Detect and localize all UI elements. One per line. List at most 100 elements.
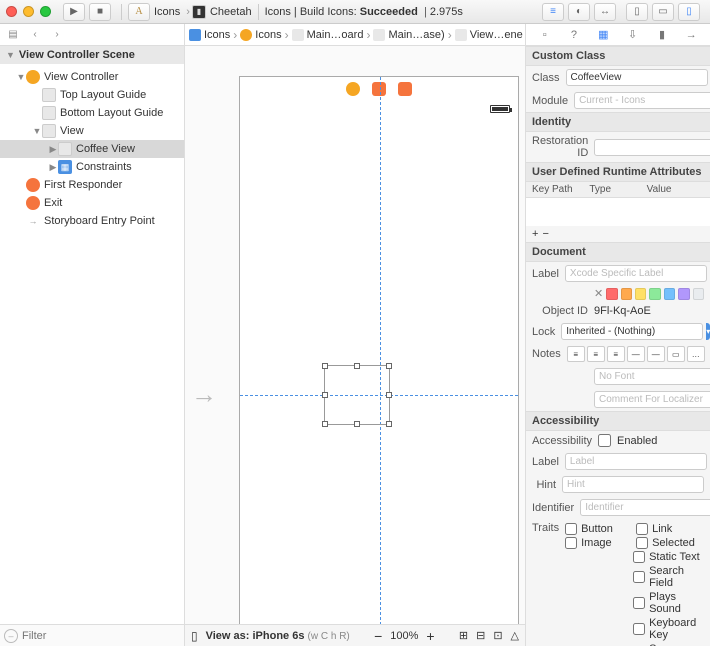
trait-checkbox[interactable]: Selected: [636, 536, 707, 550]
runtime-remove-button[interactable]: −: [542, 228, 548, 240]
run-button[interactable]: ▶: [63, 3, 85, 21]
outline-node[interactable]: First Responder: [0, 176, 184, 194]
class-input[interactable]: [566, 69, 708, 86]
outline-filter: –: [0, 624, 184, 646]
acc-hint-input[interactable]: [562, 476, 704, 493]
outline-scene-header[interactable]: ▼ View Controller Scene: [0, 46, 184, 64]
guide-v-center: [380, 77, 381, 624]
toggle-navigator-button[interactable]: ▯: [626, 3, 648, 21]
stop-button[interactable]: ■: [89, 3, 111, 21]
trait-checkbox[interactable]: Image: [565, 536, 636, 550]
scene-icon-2[interactable]: [372, 82, 386, 96]
canvas: →: [185, 46, 525, 646]
zoom-out-button[interactable]: −: [374, 628, 382, 644]
trait-checkbox[interactable]: Summary Element: [565, 642, 707, 646]
runtime-table-header: Key Path Type Value: [526, 182, 710, 198]
device-frame[interactable]: [239, 76, 519, 624]
canvas-area[interactable]: →: [185, 46, 525, 624]
outline-node[interactable]: →Storyboard Entry Point: [0, 212, 184, 230]
module-input[interactable]: [574, 92, 710, 109]
build-status: Icons | Build Icons: Succeeded | 2.975s: [265, 6, 463, 18]
window-controls: [6, 6, 51, 17]
breadcrumb[interactable]: IconsIconsMain…oardMain…ase)View…eneView…: [185, 24, 525, 45]
outline-node[interactable]: Bottom Layout Guide: [0, 104, 184, 122]
outline-node[interactable]: Exit: [0, 194, 184, 212]
lock-select[interactable]: [561, 323, 703, 340]
zoom-in-button[interactable]: +: [426, 628, 434, 644]
label-color-swatches[interactable]: ✕: [526, 285, 710, 302]
resolve-button[interactable]: ⊡: [493, 629, 502, 642]
breadcrumb-item[interactable]: Main…ase): [373, 28, 454, 42]
scene-icon-3[interactable]: [398, 82, 412, 96]
navigation-row: ▤ ‹ › IconsIconsMain…oardMain…ase)View…e…: [0, 24, 710, 46]
notes-font-input[interactable]: [594, 368, 710, 385]
breadcrumb-item[interactable]: Icons: [240, 28, 291, 42]
filter-icon[interactable]: –: [4, 629, 18, 643]
editor-version-button[interactable]: ↔: [594, 3, 616, 21]
help-inspector-tab[interactable]: ?: [565, 27, 583, 43]
editor-assistant-button[interactable]: ◐: [568, 3, 590, 21]
runtime-add-button[interactable]: +: [532, 228, 538, 240]
file-inspector-tab[interactable]: ▫: [536, 27, 554, 43]
acc-label: Accessibility: [532, 435, 592, 447]
doc-label-label: Label: [532, 268, 559, 280]
section-accessibility: Accessibility: [526, 411, 710, 431]
outline-node[interactable]: Top Layout Guide: [0, 86, 184, 104]
objectid-value: 9Fl-Kq-AoE: [594, 305, 651, 317]
scene-icon-1[interactable]: [346, 82, 360, 96]
acc-enabled-text: Enabled: [617, 435, 657, 447]
scheme-device-icon[interactable]: ▮: [192, 5, 206, 19]
outline-toggle-bottom-icon[interactable]: ▯: [191, 629, 198, 643]
zoom-window-button[interactable]: [40, 6, 51, 17]
trait-checkbox[interactable]: Search Field: [565, 564, 707, 590]
viewas-label[interactable]: View as: iPhone 6s (w C h R): [206, 630, 350, 642]
breadcrumb-item[interactable]: Icons: [189, 28, 240, 42]
outline-node[interactable]: ▶Coffee View: [0, 140, 184, 158]
zoom-level: 100%: [390, 630, 418, 642]
pin-button[interactable]: ⊟: [476, 629, 485, 642]
swatch-clear-icon[interactable]: ✕: [594, 287, 603, 300]
outline-node[interactable]: ▼View Controller: [0, 68, 184, 86]
selected-view[interactable]: [324, 365, 390, 425]
breadcrumb-item[interactable]: Main…oard: [292, 28, 374, 42]
size-inspector-tab[interactable]: ▮: [653, 27, 671, 43]
trait-checkbox[interactable]: Keyboard Key: [565, 616, 707, 642]
outline-node[interactable]: ▼View: [0, 122, 184, 140]
minimize-window-button[interactable]: [23, 6, 34, 17]
filter-input[interactable]: [22, 630, 180, 642]
scheme-app[interactable]: Icons: [154, 6, 180, 18]
section-runtime: User Defined Runtime Attributes: [526, 162, 710, 182]
nav-back-button[interactable]: ‹: [26, 27, 44, 43]
attributes-inspector-tab[interactable]: ⇩: [624, 27, 642, 43]
scheme-app-icon[interactable]: A: [128, 3, 150, 21]
editor-standard-button[interactable]: ≡: [542, 3, 564, 21]
trait-checkbox[interactable]: Link: [636, 522, 707, 536]
doc-label-input[interactable]: [565, 265, 707, 282]
toolbar: ▶ ■ A Icons › ▮ Cheetah Icons | Build Ic…: [0, 0, 710, 24]
section-custom-class: Custom Class: [526, 46, 710, 66]
toggle-inspector-button[interactable]: ▯: [678, 3, 700, 21]
trait-checkbox[interactable]: Static Text: [565, 550, 707, 564]
outline-node[interactable]: ▶▦Constraints: [0, 158, 184, 176]
connections-inspector-tab[interactable]: →: [682, 27, 700, 43]
scheme-device[interactable]: Cheetah: [210, 6, 252, 18]
localizer-comment-input[interactable]: [594, 391, 710, 408]
acc-identifier-input[interactable]: [580, 499, 710, 516]
toggle-debug-button[interactable]: ▭: [652, 3, 674, 21]
trait-checkbox[interactable]: Plays Sound: [565, 590, 707, 616]
restoration-input[interactable]: [594, 139, 710, 156]
runtime-table-body[interactable]: [526, 198, 710, 226]
identity-inspector-tab[interactable]: ▦: [594, 27, 612, 43]
nav-forward-button[interactable]: ›: [48, 27, 66, 43]
breadcrumb-item[interactable]: View…ene: [455, 28, 525, 42]
close-window-button[interactable]: [6, 6, 17, 17]
acc-label-input[interactable]: [565, 453, 707, 470]
align-button[interactable]: ⊞: [459, 629, 468, 642]
outline-toggle-icon[interactable]: ▤: [4, 27, 22, 43]
embed-button[interactable]: △: [511, 629, 519, 642]
acc-identifier-label: Identifier: [532, 502, 574, 514]
notes-format-buttons[interactable]: ≡≡≡ ——▭…: [567, 346, 705, 362]
lock-dropdown-icon[interactable]: ▾: [706, 323, 710, 340]
acc-enabled-checkbox[interactable]: [598, 434, 611, 447]
trait-checkbox[interactable]: Button: [565, 522, 636, 536]
